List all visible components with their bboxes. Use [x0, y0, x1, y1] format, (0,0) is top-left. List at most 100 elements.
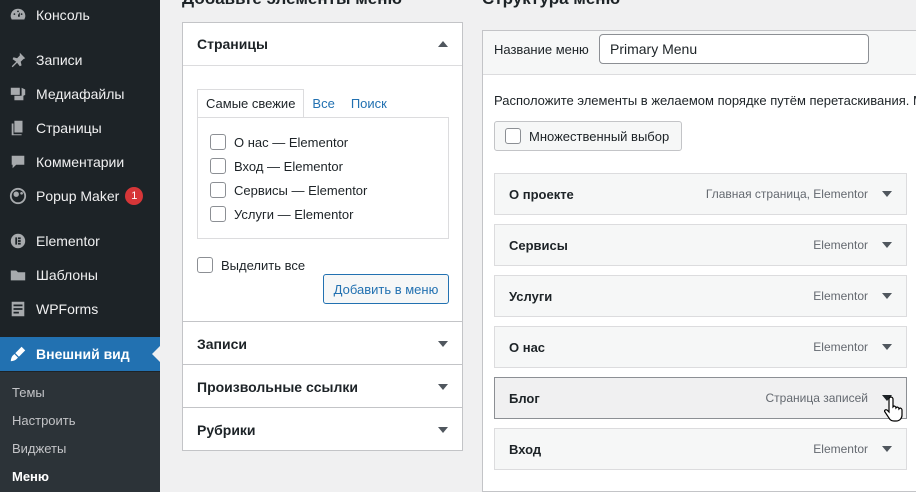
page-suffix: — Elementor [277, 206, 354, 222]
accordion-title: Записи [197, 335, 248, 352]
menu-item-title: Блог [509, 390, 540, 406]
menu-item-title: Сервисы [509, 237, 568, 253]
checkbox[interactable] [210, 182, 226, 198]
edit-arrow-icon[interactable] [882, 344, 892, 350]
page-suffix: — Elementor [267, 158, 343, 174]
menu-item-type: Elementor [813, 289, 868, 303]
menu-item-title: О проекте [509, 186, 574, 202]
sidebar-item-comments[interactable]: Комментарии [0, 145, 160, 179]
submenu-item-themes[interactable]: Темы [12, 385, 45, 400]
checkbox[interactable] [210, 158, 226, 174]
menu-structure-panel: Название меню Расположите элементы в жел… [482, 30, 916, 492]
pages-tabs: Самые свежие Все Поиск [197, 89, 395, 118]
menu-name-label: Название меню [494, 42, 589, 57]
add-to-menu-button[interactable]: Добавить в меню [323, 274, 449, 304]
accordion-title: Рубрики [197, 421, 256, 438]
hand-pointer-icon [884, 396, 903, 422]
menu-item-title: О нас [509, 339, 546, 355]
tab-most-recent[interactable]: Самые свежие [197, 89, 305, 118]
brush-icon [0, 345, 36, 363]
page-checkbox-row[interactable]: Услуги — Elementor [210, 206, 353, 222]
categories-accordion[interactable]: Рубрики [182, 407, 463, 451]
sidebar-item-label: Комментарии [36, 154, 125, 170]
posts-accordion[interactable]: Записи [182, 321, 463, 365]
menu-item-title: Вход [509, 441, 542, 457]
posts-accordion-header[interactable]: Записи [183, 322, 462, 365]
popup-maker-icon [0, 187, 36, 205]
menu-item[interactable]: Услуги Elementor [494, 275, 907, 317]
sidebar-item-label: Записи [36, 52, 83, 68]
bulk-select-checkbox[interactable] [505, 128, 521, 144]
sidebar-item-label: Внешний вид [36, 346, 130, 362]
select-all-label: Выделить все [221, 257, 306, 273]
select-all-row[interactable]: Выделить все [197, 257, 305, 273]
menu-item-type: Elementor [813, 238, 868, 252]
menu-item[interactable]: О нас Elementor [494, 326, 907, 368]
media-icon [0, 85, 36, 103]
menu-item[interactable]: Блог Страница записей [494, 377, 907, 419]
dashboard-icon [0, 6, 36, 24]
menu-name-bar: Название меню [483, 31, 916, 75]
pages-icon [0, 119, 36, 137]
submenu-item-customize[interactable]: Настроить [12, 413, 76, 428]
menu-item[interactable]: О проекте Главная страница, Elementor [494, 173, 907, 215]
sidebar-item-posts[interactable]: Записи [0, 43, 160, 77]
menu-item-type: Elementor [813, 442, 868, 456]
submenu-item-widgets[interactable]: Виджеты [12, 441, 66, 456]
tab-all[interactable]: Все [304, 89, 342, 118]
menu-item-title: Услуги [509, 288, 553, 304]
folder-icon [0, 266, 36, 284]
elementor-icon [0, 232, 36, 250]
custom-links-accordion-header[interactable]: Произвольные ссылки [183, 365, 462, 408]
page-checkbox-row[interactable]: Сервисы — Elementor [210, 182, 367, 198]
admin-sidebar: Консоль Записи Медиафайлы Страницы Комме… [0, 0, 160, 492]
tab-search[interactable]: Поиск [343, 89, 395, 118]
sidebar-item-appearance[interactable]: Внешний вид [0, 337, 160, 371]
checkbox[interactable] [210, 134, 226, 150]
sidebar-item-popup-maker[interactable]: Popup Maker 1 [0, 179, 160, 213]
pin-icon [0, 51, 36, 69]
page-name: О нас [234, 134, 269, 150]
menu-item-type: Страница записей [765, 391, 868, 405]
sidebar-item-label: Popup Maker [36, 188, 120, 204]
custom-links-accordion[interactable]: Произвольные ссылки [182, 364, 463, 408]
edit-arrow-icon[interactable] [882, 293, 892, 299]
menu-item[interactable]: Сервисы Elementor [494, 224, 907, 266]
page-name: Сервисы [234, 182, 288, 198]
menu-name-input[interactable] [599, 34, 869, 64]
categories-accordion-header[interactable]: Рубрики [183, 408, 462, 451]
page-suffix: — Elementor [272, 134, 349, 150]
sidebar-item-dashboard[interactable]: Консоль [0, 0, 160, 32]
appearance-submenu: Темы Настроить Виджеты Меню [0, 372, 160, 492]
edit-arrow-icon[interactable] [882, 191, 892, 197]
accordion-title: Страницы [197, 36, 268, 52]
drag-instructions: Расположите элементы в желаемом порядке … [494, 93, 916, 108]
menu-item-type: Elementor [813, 340, 868, 354]
sidebar-item-pages[interactable]: Страницы [0, 111, 160, 145]
sidebar-item-label: WPForms [36, 301, 99, 317]
sidebar-item-label: Elementor [36, 233, 100, 249]
accordion-title: Произвольные ссылки [197, 378, 358, 395]
sidebar-item-media[interactable]: Медиафайлы [0, 77, 160, 111]
pages-accordion-header[interactable]: Страницы [183, 23, 462, 66]
collapse-arrow-icon [438, 41, 448, 47]
submenu-item-menus[interactable]: Меню [12, 469, 49, 484]
edit-arrow-icon[interactable] [882, 242, 892, 248]
page-name: Услуги [234, 206, 274, 222]
sidebar-item-label: Медиафайлы [36, 86, 125, 102]
menu-item-type: Главная страница, Elementor [705, 187, 868, 201]
sidebar-item-templates[interactable]: Шаблоны [0, 258, 160, 292]
menu-item[interactable]: Вход Elementor [494, 428, 907, 470]
checkbox[interactable] [210, 206, 226, 222]
sidebar-item-label: Консоль [36, 7, 90, 23]
sidebar-item-elementor[interactable]: Elementor [0, 224, 160, 258]
pages-accordion: Страницы Самые свежие Все Поиск О нас — … [182, 22, 463, 322]
sidebar-item-wpforms[interactable]: WPForms [0, 292, 160, 326]
bulk-select-button[interactable]: Множественный выбор [494, 121, 682, 151]
menu-structure-heading: Структура меню [482, 0, 620, 9]
comments-icon [0, 153, 36, 171]
page-checkbox-row[interactable]: О нас — Elementor [210, 134, 348, 150]
select-all-checkbox[interactable] [197, 257, 213, 273]
page-checkbox-row[interactable]: Вход — Elementor [210, 158, 343, 174]
edit-arrow-icon[interactable] [882, 446, 892, 452]
